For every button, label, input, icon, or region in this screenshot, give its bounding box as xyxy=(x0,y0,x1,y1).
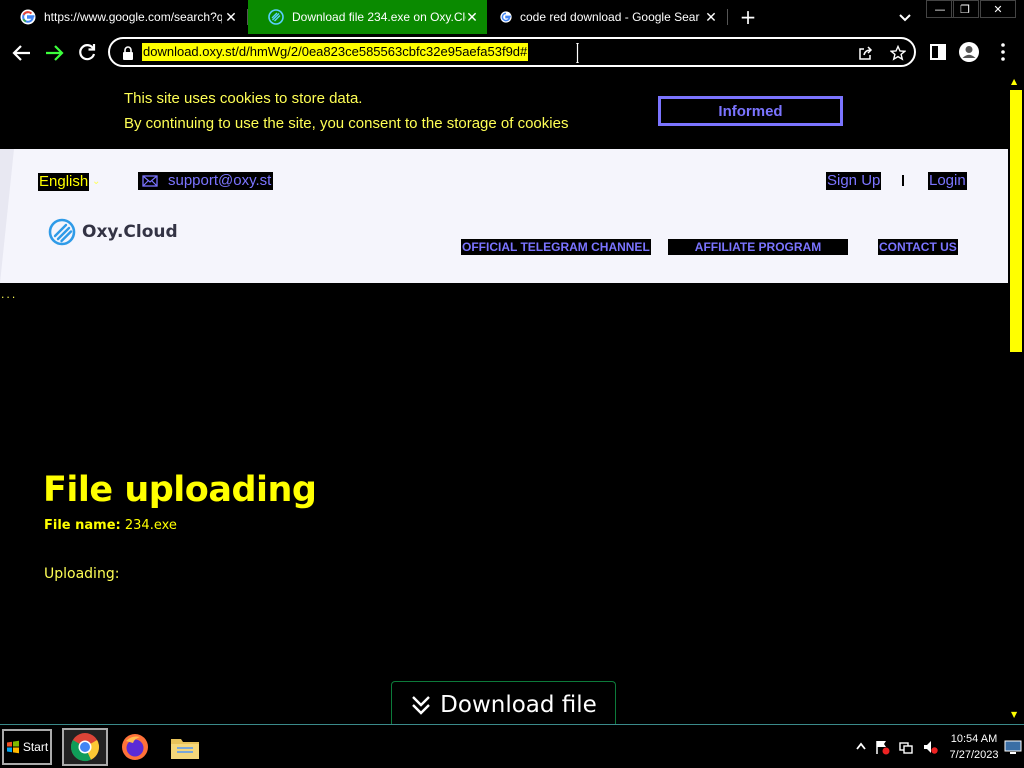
tab-title: Download file 234.exe on Oxy.Cloud xyxy=(292,10,466,24)
address-bar[interactable]: download.oxy.st/d/hmWg/2/0ea823ce585563c… xyxy=(108,37,916,67)
firefox-icon xyxy=(122,734,148,760)
scroll-down-arrow-icon[interactable]: ▼ xyxy=(1011,710,1017,719)
chrome-icon xyxy=(70,733,100,762)
support-email-link[interactable]: support@oxy.st xyxy=(138,172,274,190)
windows-logo-icon xyxy=(6,740,19,754)
sign-up-link[interactable]: Sign Up xyxy=(826,172,882,190)
profile-avatar-icon[interactable] xyxy=(958,41,980,63)
start-label: Start xyxy=(22,740,49,754)
tab-oxycloud-download[interactable]: Download file 234.exe on Oxy.Cloud ✕ xyxy=(248,0,487,34)
divider xyxy=(902,175,904,186)
text-cursor-icon xyxy=(576,43,579,63)
screen: https://www.google.com/search?q= ✕ Downl… xyxy=(0,0,1024,768)
google-icon xyxy=(20,9,36,25)
nav-telegram-channel[interactable]: OFFICIAL TELEGRAM CHANNEL xyxy=(461,239,651,255)
tab-title: code red download - Google Search xyxy=(520,10,700,24)
minimize-icon[interactable]: — xyxy=(926,0,954,18)
taskbar-chrome[interactable] xyxy=(62,728,108,766)
action-center-flag-icon[interactable] xyxy=(874,739,890,755)
tab-search-chevron-icon[interactable] xyxy=(896,9,914,25)
cookie-banner: This site uses cookies to store data. By… xyxy=(0,72,1008,149)
tab-separator xyxy=(727,9,728,25)
double-chevron-down-icon xyxy=(412,695,431,715)
taskbar-firefox[interactable] xyxy=(112,728,158,766)
clock-time[interactable]: 10:54 AM xyxy=(946,733,1002,745)
download-button-label: Download file xyxy=(440,691,597,718)
new-tab-button[interactable]: + xyxy=(738,7,758,27)
file-name-label: File name: xyxy=(44,518,121,533)
tab-title: https://www.google.com/search?q= xyxy=(44,10,222,24)
side-panel-icon[interactable] xyxy=(927,41,949,63)
web-page: This site uses cookies to store data. By… xyxy=(0,72,1008,724)
clock-date[interactable]: 7/27/2023 xyxy=(946,749,1002,761)
header-decoration xyxy=(0,149,14,283)
file-name-value: 234.exe xyxy=(124,518,177,533)
oxycloud-icon xyxy=(268,9,284,25)
tab-google-search-2[interactable]: code red download - Google Search ✕ xyxy=(488,0,726,34)
tab-google-search-1[interactable]: https://www.google.com/search?q= ✕ xyxy=(0,0,246,34)
show-hidden-icons-chevron-icon[interactable] xyxy=(853,739,869,755)
start-button[interactable]: Start xyxy=(2,729,52,765)
file-explorer-icon xyxy=(171,739,199,759)
forward-arrow-icon[interactable] xyxy=(42,41,66,65)
reload-icon[interactable] xyxy=(75,41,99,65)
file-name-row: File name: 234.exe xyxy=(44,518,177,533)
language-selector[interactable]: English xyxy=(38,173,90,191)
close-window-icon[interactable]: ✕ xyxy=(980,0,1016,18)
oxycloud-logo[interactable]: Oxy.Cloud xyxy=(48,217,178,247)
informed-button[interactable]: Informed xyxy=(658,96,843,126)
tab-strip: https://www.google.com/search?q= ✕ Downl… xyxy=(0,0,1024,34)
login-link[interactable]: Login xyxy=(928,172,967,190)
oxycloud-logo-icon xyxy=(48,218,76,246)
scroll-up-arrow-icon[interactable]: ▲ xyxy=(1011,77,1017,86)
google-icon xyxy=(500,11,512,23)
url-text[interactable]: download.oxy.st/d/hmWg/2/0ea823ce585563c… xyxy=(142,43,529,61)
lock-icon[interactable] xyxy=(122,46,134,60)
logo-text: Oxy.Cloud xyxy=(82,222,178,242)
nav-contact-us[interactable]: CONTACT US xyxy=(878,239,958,255)
ellipsis-text: ... xyxy=(0,291,17,301)
share-icon[interactable] xyxy=(858,45,874,61)
restore-icon[interactable]: ❐ xyxy=(951,0,979,18)
menu-kebab-icon[interactable] xyxy=(992,41,1014,63)
chevron-down-icon[interactable]: ⌄ xyxy=(92,176,106,188)
page-title: File uploading xyxy=(43,470,317,510)
cookie-text-line1: This site uses cookies to store data. xyxy=(124,90,363,107)
download-file-button[interactable]: Download file xyxy=(391,681,616,724)
network-icon[interactable] xyxy=(898,739,914,755)
bookmark-star-icon[interactable] xyxy=(890,45,906,61)
close-tab-icon[interactable]: ✕ xyxy=(465,10,479,24)
taskbar-file-explorer[interactable] xyxy=(162,728,208,766)
mail-icon xyxy=(142,175,158,187)
back-arrow-icon[interactable] xyxy=(10,41,34,65)
site-header: English ⌄ support@oxy.st Sign Up Login O… xyxy=(0,149,1008,283)
nav-affiliate-program[interactable]: AFFILIATE PROGRAM xyxy=(668,239,848,255)
cookie-text-line2: By continuing to use the site, you conse… xyxy=(124,115,569,132)
support-email-text: support@oxy.st xyxy=(168,172,272,189)
volume-muted-icon[interactable] xyxy=(922,739,938,755)
scrollbar-thumb[interactable] xyxy=(1010,90,1022,352)
close-tab-icon[interactable]: ✕ xyxy=(704,10,718,24)
close-tab-icon[interactable]: ✕ xyxy=(224,10,238,24)
upload-status: Uploading: xyxy=(44,566,120,582)
show-desktop-icon[interactable] xyxy=(1004,739,1022,755)
taskbar: Start 10:54 AM 7/27/2023 xyxy=(0,724,1024,768)
